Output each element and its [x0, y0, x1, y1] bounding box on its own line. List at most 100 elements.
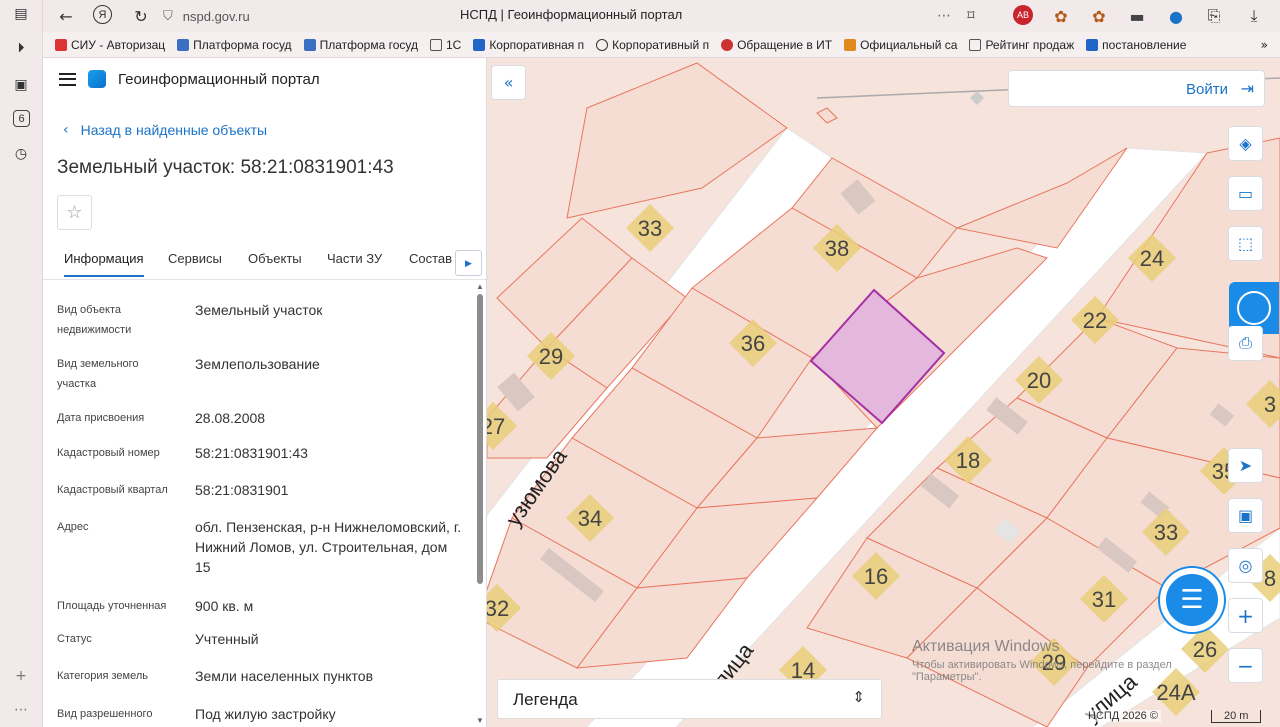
house-number-text: 16: [864, 564, 888, 589]
attribute-label: Адрес: [57, 521, 89, 533]
tab-services[interactable]: Сервисы: [168, 251, 222, 266]
reload-icon[interactable]: ↻: [130, 5, 152, 27]
house-number-text: 34: [578, 506, 602, 531]
video-icon[interactable]: ⏵: [11, 38, 31, 58]
print-icon[interactable]: ⎙: [1228, 326, 1263, 361]
back-link[interactable]: ‹ Назад в найденные объекты: [63, 122, 267, 138]
extension-3-icon[interactable]: ▬: [1126, 5, 1148, 27]
attribute-label: Вид разрешенного: [57, 708, 153, 720]
location-icon[interactable]: ◎: [1228, 548, 1263, 583]
panel-scrollbar[interactable]: ▲ ▼: [475, 280, 485, 727]
attribute-label: Дата присвоения: [57, 412, 145, 424]
ruler-icon[interactable]: ▭: [1228, 176, 1263, 211]
sidebar-toggle-icon[interactable]: ⎘: [1203, 5, 1225, 27]
bookmark-item[interactable]: СИУ - Авторизац: [55, 38, 165, 52]
navigate-icon[interactable]: ➤: [1228, 448, 1263, 483]
house-number-label: 36: [729, 319, 777, 367]
tab-objects[interactable]: Объекты: [248, 251, 302, 266]
collections-icon[interactable]: ▤: [11, 4, 31, 24]
house-number-text: 32: [487, 596, 509, 621]
extension-2-icon[interactable]: ✿: [1088, 5, 1110, 27]
bookmark-favicon-icon: [55, 38, 67, 51]
bookmark-favicon-icon: [969, 38, 982, 51]
tab-composition[interactable]: Состав: [409, 251, 452, 266]
zoom-in-button[interactable]: +: [1228, 598, 1263, 633]
bookmark-icon[interactable]: ⌑: [960, 5, 982, 27]
bookmark-item[interactable]: Рейтинг продаж: [969, 38, 1074, 52]
bookmark-favicon-icon: [721, 38, 734, 51]
scroll-up-icon[interactable]: ▲: [476, 282, 484, 291]
house-number-text: 18: [956, 448, 980, 473]
picture-icon[interactable]: ▣: [1228, 498, 1263, 533]
bookmark-favicon-icon: [473, 38, 486, 51]
house-number-text: 36: [741, 331, 765, 356]
house-number-label: 32: [487, 584, 521, 632]
attribute-value: 58:21:0831901:43: [195, 445, 308, 461]
scroll-down-icon[interactable]: ▼: [476, 716, 484, 725]
scrollbar-thumb[interactable]: [477, 294, 483, 584]
attribute-label: Статус: [57, 633, 92, 645]
legend-label: Легенда: [513, 690, 578, 709]
back-link-label: Назад в найденные объекты: [80, 122, 268, 138]
house-number-label: 33: [626, 204, 674, 252]
tabs-next-icon[interactable]: ▶: [455, 250, 482, 276]
area-select-icon[interactable]: ⬚: [1228, 226, 1263, 261]
house-number-label: 38: [813, 224, 861, 272]
chat-button[interactable]: ☰: [1160, 568, 1224, 632]
bookmark-item[interactable]: Платформа госуд: [177, 38, 292, 52]
house-number-label: 16: [852, 552, 900, 600]
house-number-label: 31: [1080, 575, 1128, 623]
bookmark-item[interactable]: Обращение в ИТ: [721, 38, 832, 52]
bookmark-item[interactable]: Корпоративный п: [596, 38, 709, 52]
bookmark-item[interactable]: 1С: [429, 38, 461, 52]
attribute-value: Землепользование: [195, 356, 320, 372]
login-button[interactable]: Войти ⇥: [1008, 70, 1265, 107]
bookmark-item[interactable]: Официальный са: [844, 38, 957, 52]
bookmark-item[interactable]: постановление: [1086, 38, 1186, 52]
adblock-extension-icon[interactable]: AB: [1013, 5, 1033, 25]
map-view[interactable]: узюмова улица улица 33382422362920271834…: [487, 58, 1280, 727]
legend-select[interactable]: Легенда ⇕: [497, 679, 882, 719]
extension-4-icon[interactable]: ●: [1165, 5, 1187, 27]
collapse-panel-button[interactable]: «: [491, 65, 526, 100]
sidebar-badge-icon[interactable]: 6: [13, 110, 30, 127]
updown-chevron-icon: ⇕: [852, 688, 865, 706]
bookmark-favicon-icon: [429, 38, 442, 51]
bookmark-favicon-icon: [1086, 38, 1099, 51]
attribute-value: 900 кв. м: [195, 598, 254, 614]
attribute-label: Кадастровый квартал: [57, 484, 168, 496]
info-tabs: Информация Сервисы Объекты Части ЗУ Сост…: [43, 246, 486, 280]
tab-land-parts[interactable]: Части ЗУ: [327, 251, 382, 266]
photo-icon[interactable]: ▣: [11, 75, 31, 95]
house-number-label: 29: [527, 332, 575, 380]
yandex-icon[interactable]: Я: [93, 5, 112, 24]
more-icon[interactable]: ⋯: [11, 700, 31, 720]
add-icon[interactable]: +: [11, 666, 31, 686]
assistant-icon: [1237, 291, 1271, 325]
house-number-text: 8: [1264, 566, 1276, 591]
tab-title: НСПД | Геоинформационный портал: [460, 7, 683, 22]
download-icon[interactable]: ⤓: [1243, 5, 1265, 27]
app-title: Геоинформационный портал: [118, 70, 320, 88]
more-dots-icon[interactable]: ⋯: [933, 5, 955, 27]
attribute-label: Категория земель: [57, 670, 148, 682]
house-number-text: 22: [1083, 308, 1107, 333]
house-number-label: 22: [1071, 296, 1119, 344]
layers-icon[interactable]: ◈: [1228, 126, 1263, 161]
tab-information[interactable]: Информация: [64, 251, 144, 277]
windows-activation-subtitle: Чтобы активировать Windows, перейдите в …: [912, 659, 1172, 683]
object-info-panel: Геоинформационный портал ‹ Назад в найде…: [43, 58, 487, 727]
bookmark-favicon-icon: [844, 38, 857, 51]
house-number-label: 34: [566, 494, 614, 542]
bookmark-item[interactable]: Платформа госуд: [303, 38, 418, 52]
extension-1-icon[interactable]: ✿: [1050, 5, 1072, 27]
history-icon[interactable]: ◷: [11, 144, 31, 164]
attribute-value: Учтенный: [195, 631, 259, 647]
bookmark-item[interactable]: Корпоративная п: [473, 38, 584, 52]
menu-icon[interactable]: [59, 72, 76, 86]
zoom-out-button[interactable]: −: [1228, 648, 1263, 683]
scale-bar: 20 m: [1211, 710, 1262, 723]
back-arrow-icon[interactable]: ←: [55, 5, 77, 27]
bookmark-overflow-icon[interactable]: »: [1261, 38, 1268, 52]
favorite-star-icon[interactable]: ☆: [57, 195, 92, 230]
